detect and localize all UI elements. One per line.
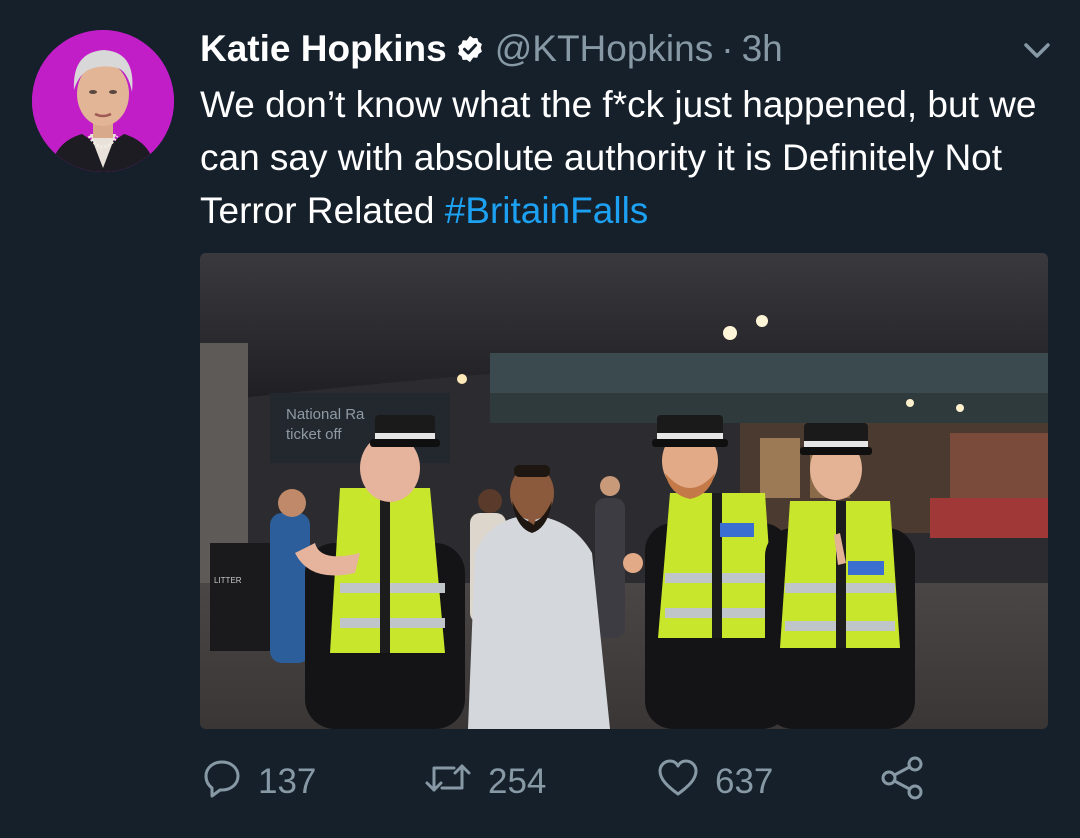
verified-badge-icon [455,34,485,64]
hashtag-link[interactable]: #BritainFalls [445,190,649,231]
author-handle[interactable]: @KTHopkins [495,28,714,70]
like-icon [655,756,715,809]
timestamp[interactable]: 3h [742,28,783,70]
retweet-count: 254 [488,762,547,801]
retweet-icon [422,756,488,809]
separator-dot: · [721,28,734,69]
share-icon [878,754,940,811]
sign-line-1: National Ra [286,406,365,423]
like-button[interactable]: 637 [655,752,773,812]
reply-count: 137 [258,762,317,801]
share-button[interactable] [878,752,940,812]
like-count: 637 [715,762,774,801]
chevron-down-icon[interactable] [1020,36,1054,64]
reply-icon [200,756,258,809]
avatar[interactable] [32,30,174,172]
retweet-button[interactable]: 254 [422,752,546,812]
tweet-text: We don’t know what the f*ck just happene… [200,78,1050,237]
tweet-actions: 137 254 637 [200,752,960,812]
author-name[interactable]: Katie Hopkins [200,28,447,70]
bin-label: LITTER [214,576,242,585]
tweet-header: Katie Hopkins @KTHopkins · 3h [200,26,783,72]
tweet-photo[interactable]: National Ra ticket off LITTER [200,253,1048,729]
reply-button[interactable]: 137 [200,752,316,812]
tweet[interactable]: Katie Hopkins @KTHopkins · 3h We don’t k… [0,0,1080,838]
sign-line-2: ticket off [286,426,342,443]
